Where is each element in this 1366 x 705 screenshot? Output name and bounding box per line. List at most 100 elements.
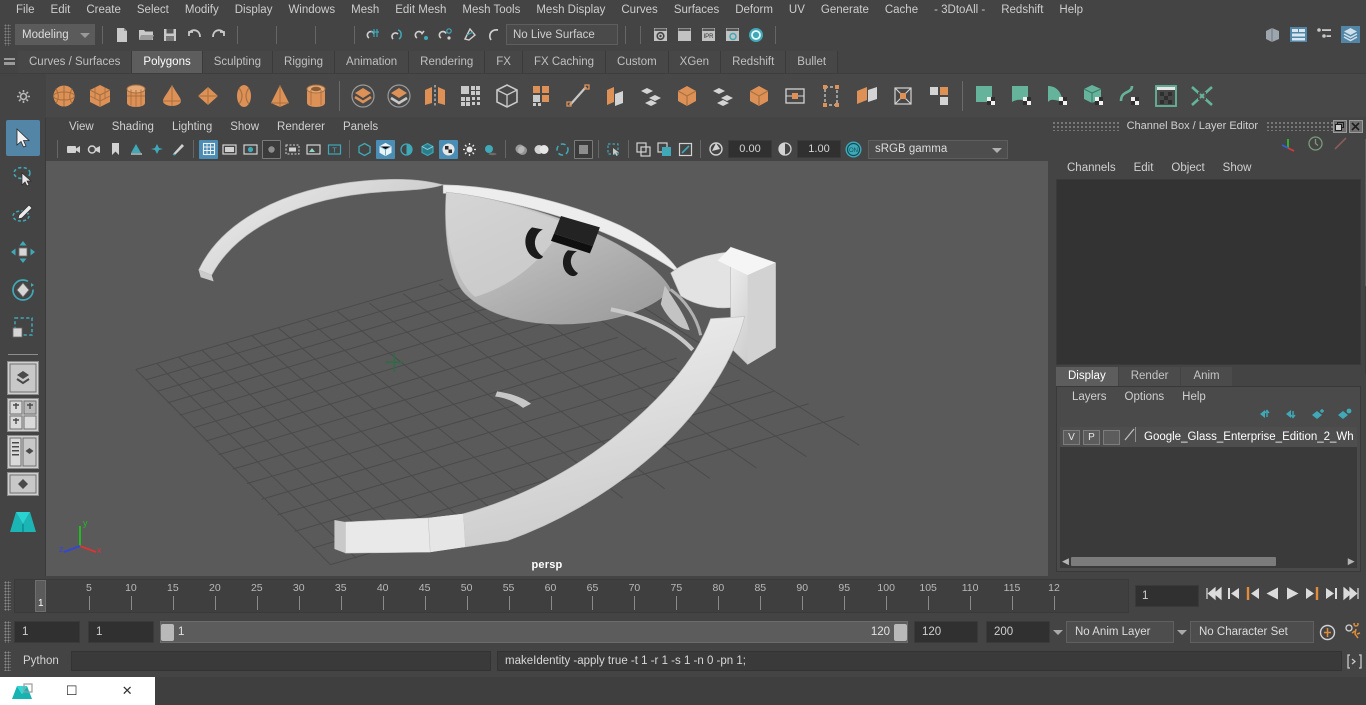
resolution-gate-icon[interactable]	[241, 140, 260, 159]
multisample-icon[interactable]	[553, 140, 572, 159]
exposure-field[interactable]: 0.00	[728, 140, 772, 158]
mirror-geometry-icon[interactable]	[417, 76, 453, 116]
motion-blur-icon[interactable]	[532, 140, 551, 159]
layer-color-swatch-icon[interactable]	[1123, 427, 1137, 447]
character-set-selector[interactable]: No Character Set	[1190, 621, 1314, 643]
viewport-menu-show[interactable]: Show	[221, 121, 268, 133]
target-weld-icon[interactable]	[561, 76, 597, 116]
merge-icon[interactable]	[705, 76, 741, 116]
restore-window-button[interactable]: ☐	[44, 683, 100, 699]
extrude-icon[interactable]	[597, 76, 633, 116]
poke-face-icon[interactable]	[885, 76, 921, 116]
layer-menu-help[interactable]: Help	[1173, 391, 1215, 403]
viewport-menu-lighting[interactable]: Lighting	[163, 121, 221, 133]
auto-keyframe-icon[interactable]	[1314, 623, 1340, 642]
render-current-frame-icon[interactable]	[648, 23, 672, 47]
shelf-tab-custom[interactable]: Custom	[606, 51, 669, 73]
four-view-layout[interactable]	[6, 398, 39, 432]
show-hide-modeling-toolkit-icon[interactable]	[1260, 23, 1284, 47]
poly-cube-icon[interactable]	[82, 76, 118, 116]
toggle-render-icon[interactable]	[744, 23, 768, 47]
step-back-keyframe-icon[interactable]	[1227, 586, 1241, 606]
poly-pipe-icon[interactable]	[298, 76, 334, 116]
attribute-editor-icon[interactable]	[1286, 23, 1310, 47]
channel-box-menu-channels[interactable]: Channels	[1058, 162, 1125, 174]
move-layer-down-icon[interactable]	[1285, 407, 1300, 425]
scroll-left-arrow-icon[interactable]: ◀	[1060, 556, 1071, 567]
menu-surfaces[interactable]: Surfaces	[666, 0, 727, 20]
layer-playback-toggle[interactable]: P	[1083, 429, 1100, 445]
layer-menu-layers[interactable]: Layers	[1063, 391, 1116, 403]
xray-icon[interactable]	[304, 140, 323, 159]
wireframe-icon[interactable]	[355, 140, 374, 159]
shelf-tab-fx-caching[interactable]: FX Caching	[522, 51, 607, 73]
layer-tab-display[interactable]: Display	[1056, 367, 1118, 386]
select-camera-icon[interactable]	[64, 140, 83, 159]
hypershade-persp-layout[interactable]	[6, 472, 39, 496]
undo-icon[interactable]	[182, 23, 206, 47]
layer-visibility-toggle[interactable]: V	[1063, 429, 1080, 445]
uv-unfold-icon[interactable]	[1112, 76, 1148, 116]
axis-gizmo-icon[interactable]	[1279, 136, 1299, 157]
channel-box-menu-show[interactable]: Show	[1214, 162, 1261, 174]
shelf-tab-curves-surfaces[interactable]: Curves / Surfaces	[18, 51, 133, 73]
viewport-menu-renderer[interactable]: Renderer	[268, 121, 334, 133]
play-forwards-icon[interactable]	[1285, 586, 1300, 606]
bevel-icon[interactable]	[633, 76, 669, 116]
poly-pyramid-icon[interactable]	[262, 76, 298, 116]
flat-shade-icon[interactable]	[397, 140, 416, 159]
script-editor-icon[interactable]	[1342, 653, 1366, 669]
go-to-end-icon[interactable]	[1343, 586, 1360, 606]
poly-torus-icon[interactable]	[226, 76, 262, 116]
shelf-tab-sculpting[interactable]: Sculpting	[202, 51, 274, 73]
color-space-selector[interactable]: sRGB gamma	[868, 139, 1008, 159]
hypershade-icon[interactable]	[720, 23, 744, 47]
viewport-menu-shading[interactable]: Shading	[103, 121, 163, 133]
use-default-light-icon[interactable]	[460, 140, 479, 159]
texture-icon[interactable]: T	[325, 140, 344, 159]
snap-to-view-plane-icon[interactable]	[458, 23, 482, 47]
paint-select-tool[interactable]	[6, 196, 40, 232]
select-by-hierarchy-icon[interactable]	[245, 23, 269, 47]
menu-edit-mesh[interactable]: Edit Mesh	[387, 0, 454, 20]
menu-edit[interactable]: Edit	[43, 0, 79, 20]
range-slider-grip[interactable]	[4, 621, 11, 643]
move-tool[interactable]	[6, 234, 40, 270]
duplicate-face-icon[interactable]	[813, 76, 849, 116]
screen-space-ao-icon[interactable]	[511, 140, 530, 159]
scale-tool[interactable]	[6, 310, 40, 346]
shelf-tab-redshift[interactable]: Redshift	[721, 51, 787, 73]
layer-row[interactable]: V P Google_Glass_Enterprise_Edition_2_Wh	[1060, 427, 1357, 447]
save-scene-icon[interactable]	[158, 23, 182, 47]
clock-icon[interactable]	[1307, 135, 1324, 157]
shelf-tab-fx[interactable]: FX	[485, 51, 523, 73]
gate-mask-icon[interactable]	[262, 139, 281, 159]
uv-editor-icon[interactable]	[1148, 76, 1184, 116]
menu-file[interactable]: File	[8, 0, 43, 20]
menu-help[interactable]: Help	[1051, 0, 1091, 20]
anim-end-field[interactable]: 200	[986, 621, 1050, 643]
menu-cache[interactable]: Cache	[877, 0, 926, 20]
close-icon[interactable]	[1348, 119, 1363, 133]
select-tool[interactable]	[5, 120, 40, 156]
tool-settings-icon[interactable]	[1312, 23, 1336, 47]
poly-cone-icon[interactable]	[154, 76, 190, 116]
smooth-icon[interactable]	[453, 76, 489, 116]
lighting-tool-icon[interactable]	[169, 140, 188, 159]
menu-redshift[interactable]: Redshift	[993, 0, 1051, 20]
range-left-handle[interactable]	[161, 623, 174, 641]
film-origin-icon[interactable]	[283, 140, 302, 159]
channel-box-layer-editor-icon[interactable]	[1338, 23, 1362, 47]
shelf-tab-bullet[interactable]: Bullet	[786, 51, 839, 73]
go-to-start-icon[interactable]	[1205, 586, 1222, 606]
bridge-icon[interactable]	[669, 76, 705, 116]
uv-layout-icon[interactable]	[1184, 76, 1220, 116]
marquee-icon[interactable]	[604, 140, 623, 159]
anim-layer-selector[interactable]: No Anim Layer	[1066, 621, 1174, 643]
new-layer-from-selected-icon[interactable]	[1337, 407, 1352, 425]
new-scene-icon[interactable]	[110, 23, 134, 47]
live-surface-field[interactable]: No Live Surface	[506, 24, 618, 45]
film-gate-icon[interactable]	[220, 140, 239, 159]
camera-attributes-icon[interactable]	[85, 140, 104, 159]
menu-mesh-display[interactable]: Mesh Display	[528, 0, 613, 20]
